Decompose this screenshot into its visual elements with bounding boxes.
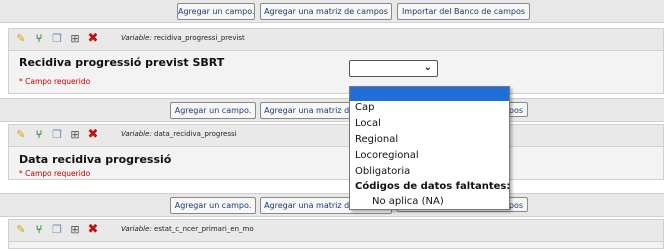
select-dropdown-list[interactable]: Cap Local Regional Locoregional Obligato… <box>349 86 510 210</box>
add-field-bar: Agregar un campo. Agregar una matriz de … <box>0 98 664 122</box>
add-field-button[interactable]: Agregar un campo. <box>177 3 255 20</box>
required-note: * Campo requerido <box>19 169 91 178</box>
branching-icon[interactable]: ⑂ <box>33 33 45 45</box>
pencil-icon[interactable]: ✎ <box>15 33 27 45</box>
import-field-bank-button[interactable]: Importar del Banco de campos <box>397 3 530 20</box>
dropdown-option[interactable]: No aplica (NA) <box>350 195 509 209</box>
field-toolbar: ✎ ⑂ ❐ ⊞ ✖ Variable: estat_c_ncer_primari… <box>9 220 663 242</box>
variable-value: recidiva_progressi_previst <box>154 34 245 42</box>
add-field-bar: Agregar un campo. Agregar una matriz de … <box>0 0 664 23</box>
dropdown-group-header: Códigos de datos faltantes: <box>355 181 511 192</box>
dropdown-option[interactable]: Cap <box>350 101 509 115</box>
add-matrix-button[interactable]: Agregar una matriz de campos <box>260 3 392 20</box>
variable-prefix: Variable: <box>121 34 152 42</box>
pencil-icon[interactable]: ✎ <box>15 129 27 141</box>
add-field-button[interactable]: Agregar un campo. <box>170 102 256 119</box>
field-card: ✎ ⑂ ❐ ⊞ ✖ Variable: recidiva_progressi_p… <box>8 28 664 94</box>
variable-value: estat_c_ncer_primari_en_mo <box>154 225 254 233</box>
chevron-down-icon: ⌄ <box>423 62 432 73</box>
add-field-icon[interactable]: ⊞ <box>69 129 81 141</box>
import-label-clipped: pos <box>508 106 523 115</box>
branching-icon[interactable]: ⑂ <box>33 224 45 236</box>
variable-name: Variable: data_recidiva_progressi <box>121 130 237 138</box>
import-label-clipped: pos <box>508 201 523 210</box>
dropdown-option[interactable]: Regional <box>350 133 509 147</box>
delete-icon[interactable]: ✖ <box>87 32 99 45</box>
variable-value: data_recidiva_progressi <box>154 130 237 138</box>
add-field-icon[interactable]: ⊞ <box>69 33 81 45</box>
variable-prefix: Variable: <box>121 225 152 233</box>
branching-icon[interactable]: ⑂ <box>33 129 45 141</box>
variable-name: Variable: estat_c_ncer_primari_en_mo <box>121 225 254 233</box>
dropdown-option-blank[interactable] <box>350 87 509 101</box>
recidiva-select[interactable]: ⌄ <box>349 60 438 77</box>
field-toolbar: ✎ ⑂ ❐ ⊞ ✖ Variable: data_recidiva_progre… <box>9 125 663 147</box>
dropdown-option[interactable]: Locoregional <box>350 149 509 163</box>
add-field-icon[interactable]: ⊞ <box>69 224 81 236</box>
variable-name: Variable: recidiva_progressi_previst <box>121 34 245 42</box>
variable-prefix: Variable: <box>121 130 152 138</box>
delete-icon[interactable]: ✖ <box>87 128 99 141</box>
required-note: * Campo requerido <box>19 77 91 86</box>
field-toolbar: ✎ ⑂ ❐ ⊞ ✖ Variable: recidiva_progressi_p… <box>9 29 663 51</box>
copy-icon[interactable]: ❐ <box>51 129 63 141</box>
dropdown-option[interactable]: Obligatoria <box>350 165 509 179</box>
copy-icon[interactable]: ❐ <box>51 33 63 45</box>
delete-icon[interactable]: ✖ <box>87 223 99 236</box>
field-card: ✎ ⑂ ❐ ⊞ ✖ Variable: estat_c_ncer_primari… <box>8 219 664 249</box>
add-field-button[interactable]: Agregar un campo. <box>170 197 256 214</box>
copy-icon[interactable]: ❐ <box>51 224 63 236</box>
pencil-icon[interactable]: ✎ <box>15 224 27 236</box>
dropdown-option[interactable]: Local <box>350 117 509 131</box>
add-field-bar: Agregar un campo. Agregar una matriz de … <box>0 193 664 217</box>
field-label: Recidiva progressió previst SBRT <box>19 56 225 69</box>
field-label: Data recidiva progressió <box>19 153 172 166</box>
field-card: ✎ ⑂ ❐ ⊞ ✖ Variable: data_recidiva_progre… <box>8 124 664 180</box>
